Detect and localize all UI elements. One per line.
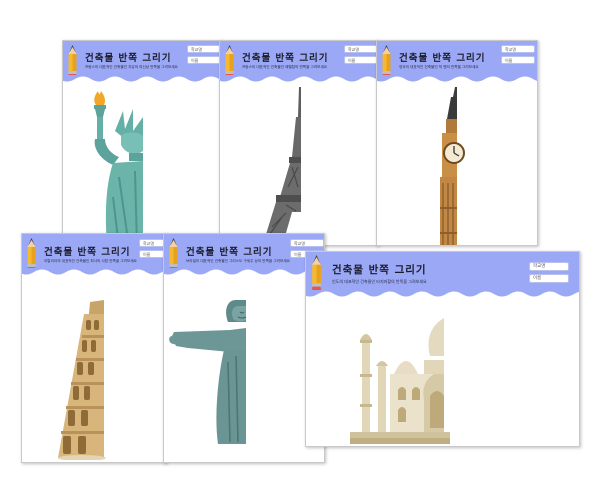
big-ben-half-illustration [440,87,465,245]
worksheet-description: 인도의 대표적인 건축물인 타지마할의 반쪽을 그려보세요 [332,279,427,284]
worksheet-description: 브라질의 대표적인 건축물인 그리스도 구세주 상의 반쪽을 그려보세요 [186,259,290,263]
worksheet-header: 건축물 반쪽 그리기 인도의 대표적인 건축물인 타지마할의 반쪽을 그려보세요… [306,252,579,291]
worksheet-christ-the-redeemer: 건축물 반쪽 그리기 브라질의 대표적인 건축물인 그리스도 구세주 상의 반쪽… [163,233,325,463]
school-name-field[interactable]: 학교명 [501,45,535,53]
worksheet-big-ben: 건축물 반쪽 그리기 영국의 대표적인 건축물인 빅 벤의 반쪽을 그려보세요 … [376,40,538,246]
pencil-icon [68,45,77,78]
worksheet-taj-mahal: 건축물 반쪽 그리기 인도의 대표적인 건축물인 타지마할의 반쪽을 그려보세요… [305,251,580,447]
eiffel-tower-half-illustration [262,87,301,245]
worksheet-header: 건축물 반쪽 그리기 브라질의 대표적인 건축물인 그리스도 구세주 상의 반쪽… [164,234,324,271]
worksheet-statue-of-liberty: 건축물 반쪽 그리기 프랑스의 대표적인 건축물인 자유의 여신상 반쪽을 그려… [62,40,222,246]
wave-border [306,290,579,297]
school-name-field[interactable]: 학교명 [529,262,569,271]
worksheet-description: 프랑스의 대표적인 건축물인 자유의 여신상 반쪽을 그려보세요 [85,65,178,69]
statue-of-liberty-half-illustration [94,91,143,245]
worksheet-header: 건축물 반쪽 그리기 프랑스의 대표적인 건축물인 에펠탑의 반쪽을 그려보세요… [220,41,378,78]
pencil-icon [225,45,234,78]
school-name-field[interactable]: 학교명 [344,45,378,53]
wave-border [220,75,378,82]
worksheet-title: 건축물 반쪽 그리기 [85,53,172,64]
worksheet-title: 건축물 반쪽 그리기 [399,53,486,64]
worksheet-title: 건축물 반쪽 그리기 [242,53,329,64]
wave-border [377,75,537,82]
worksheet-eiffel-tower: 건축물 반쪽 그리기 프랑스의 대표적인 건축물인 에펠탑의 반쪽을 그려보세요… [219,40,379,246]
christ-the-redeemer-half-illustration [169,300,247,444]
student-name-field[interactable]: 이름 [139,250,166,258]
worksheet-title: 건축물 반쪽 그리기 [44,247,131,258]
pencil-icon [312,255,321,291]
pencil-icon [169,238,178,271]
leaning-tower-of-pisa-half-illustration [58,300,106,460]
worksheet-header: 건축물 반쪽 그리기 영국의 대표적인 건축물인 빅 벤의 반쪽을 그려보세요 … [377,41,537,78]
worksheet-leaning-tower-of-pisa: 건축물 반쪽 그리기 이탈리아의 대표적인 건축물인 피사의 사탑 반쪽을 그려… [21,233,167,463]
taj-mahal-half-illustration [350,304,450,444]
student-name-field[interactable]: 이름 [187,56,221,64]
worksheet-header: 건축물 반쪽 그리기 이탈리아의 대표적인 건축물인 피사의 사탑 반쪽을 그려… [22,234,166,271]
pencil-icon [27,238,36,271]
worksheet-title: 건축물 반쪽 그리기 [186,247,273,258]
worksheet-header: 건축물 반쪽 그리기 프랑스의 대표적인 건축물인 자유의 여신상 반쪽을 그려… [63,41,221,78]
wave-border [22,268,166,275]
school-name-field[interactable]: 학교명 [139,239,166,247]
worksheet-description: 이탈리아의 대표적인 건축물인 피사의 사탑 반쪽을 그려보세요 [44,259,137,263]
school-name-field[interactable]: 학교명 [187,45,221,53]
student-name-field[interactable]: 이름 [501,56,535,64]
wave-border [63,75,221,82]
worksheet-description: 프랑스의 대표적인 건축물인 에펠탑의 반쪽을 그려보세요 [242,65,328,69]
worksheet-title: 건축물 반쪽 그리기 [332,264,427,276]
school-name-field[interactable]: 학교명 [290,239,324,247]
student-name-field[interactable]: 이름 [344,56,378,64]
student-name-field[interactable]: 이름 [529,274,569,283]
pencil-icon [382,45,391,78]
wave-border [164,268,324,275]
worksheet-description: 영국의 대표적인 건축물인 빅 벤의 반쪽을 그려보세요 [399,65,479,69]
